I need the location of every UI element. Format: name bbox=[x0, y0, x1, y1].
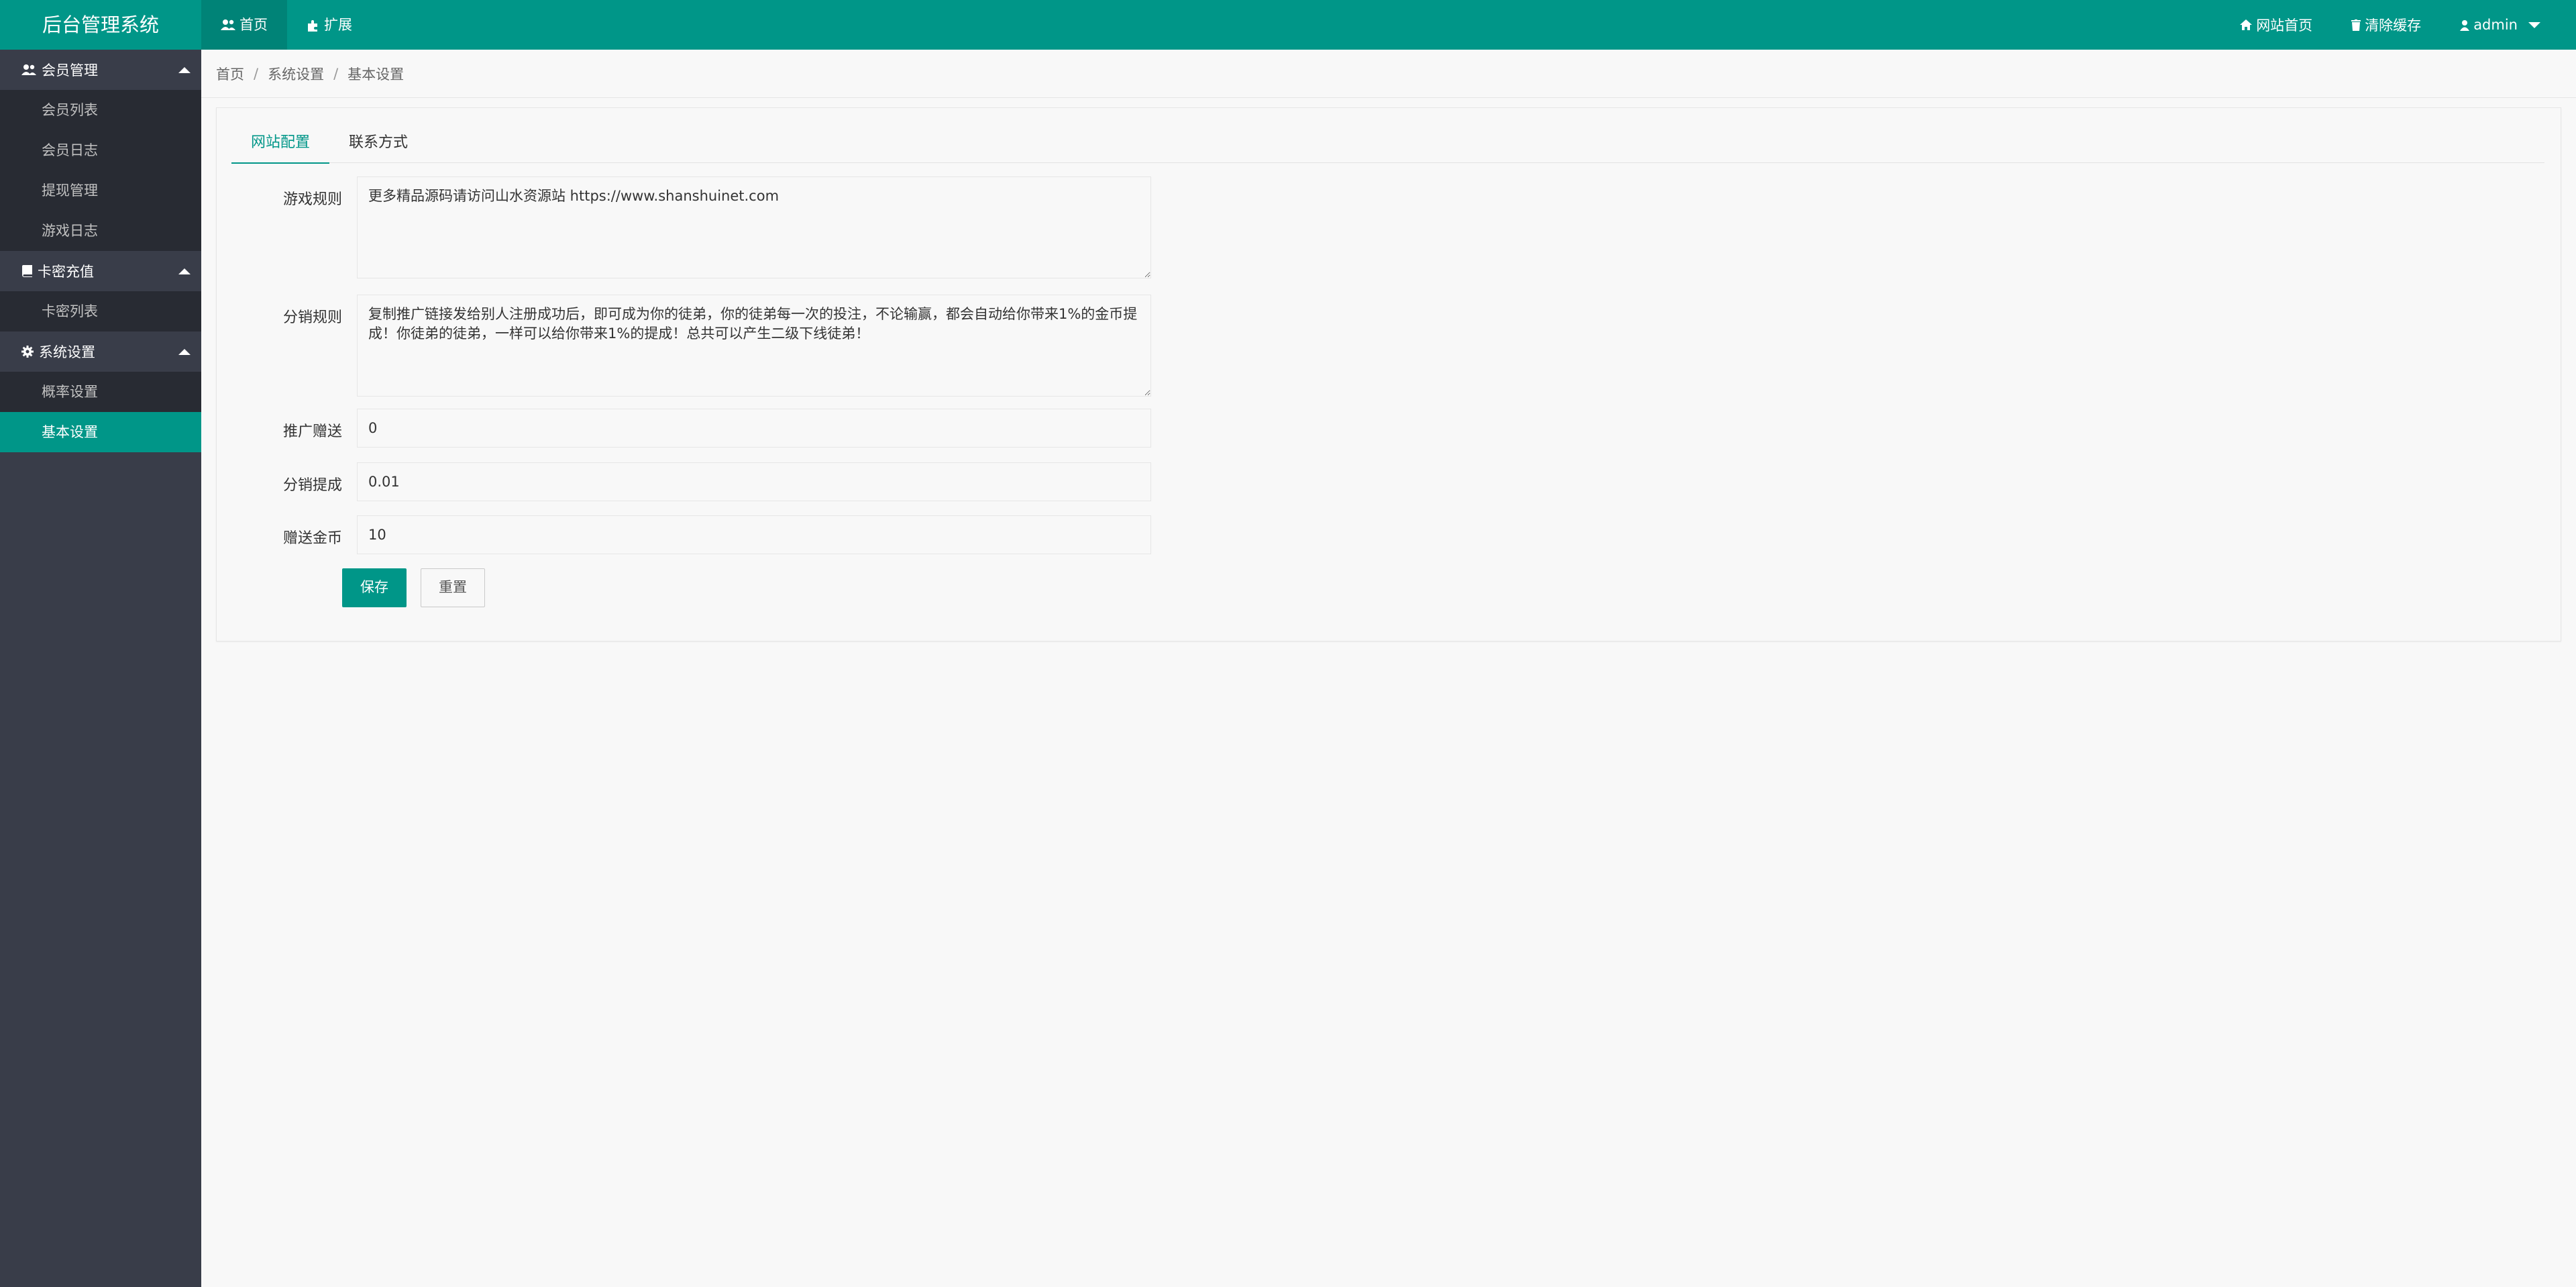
sidebar-group-label: 系统设置 bbox=[39, 344, 95, 360]
sidebar-group-label: 会员管理 bbox=[42, 62, 98, 79]
form-row-promo-gift: 推广赠送 bbox=[231, 409, 1352, 448]
gift-coins-input[interactable] bbox=[357, 515, 1151, 554]
distribution-commission-input[interactable] bbox=[357, 462, 1151, 501]
promo-gift-label: 推广赠送 bbox=[282, 423, 342, 440]
top-nav-extend-label: 扩展 bbox=[324, 17, 352, 33]
book-icon bbox=[21, 265, 32, 277]
top-nav-home-label: 首页 bbox=[239, 17, 268, 33]
tab-contact[interactable]: 联系方式 bbox=[329, 123, 427, 163]
top-nav-home[interactable]: 首页 bbox=[201, 0, 287, 50]
breadcrumb-separator: / bbox=[333, 65, 339, 82]
top-right-nav: 网站首页 清除缓存 admin bbox=[2220, 0, 2560, 50]
sidebar-item-game-log[interactable]: 游戏日志 bbox=[0, 211, 201, 251]
form-row-gift-coins: 赠送金币 bbox=[231, 515, 1352, 554]
clear-cache-label: 清除缓存 bbox=[2365, 17, 2422, 34]
breadcrumb-system-settings[interactable]: 系统设置 bbox=[268, 64, 324, 84]
breadcrumb-separator: / bbox=[254, 65, 259, 82]
distribution-rules-textarea[interactable]: 复制推广链接发给别人注册成功后，即可成为你的徒弟，你的徒弟每一次的投注，不论输赢… bbox=[357, 295, 1151, 397]
chevron-up-icon bbox=[178, 349, 191, 355]
reset-button[interactable]: 重置 bbox=[421, 568, 485, 607]
sidebar-item-member-log[interactable]: 会员日志 bbox=[0, 130, 201, 170]
sidebar-group-system-settings[interactable]: 系统设置 bbox=[0, 331, 201, 372]
sidebar-item-withdrawal[interactable]: 提现管理 bbox=[0, 170, 201, 211]
tab-bar: 网站配置 联系方式 bbox=[231, 123, 2544, 164]
breadcrumb: 首页 / 系统设置 / 基本设置 bbox=[201, 50, 2576, 98]
puzzle-icon bbox=[307, 18, 320, 32]
promo-gift-input[interactable] bbox=[357, 409, 1151, 448]
user-menu[interactable]: admin bbox=[2440, 0, 2560, 50]
chevron-up-icon bbox=[178, 67, 191, 73]
user-menu-label: admin bbox=[2473, 17, 2518, 33]
form-row-distribution-rules: 分销规则 复制推广链接发给别人注册成功后，即可成为你的徒弟，你的徒弟每一次的投注… bbox=[231, 295, 1352, 397]
sidebar: 会员管理 会员列表 会员日志 提现管理 游戏日志 卡密充值 卡密列表 系统设置 … bbox=[0, 50, 201, 1287]
save-button[interactable]: 保存 bbox=[342, 568, 407, 607]
sidebar-group-members[interactable]: 会员管理 bbox=[0, 50, 201, 90]
sidebar-group-system-children: 概率设置 基本设置 bbox=[0, 372, 201, 452]
form-row-distribution-commission: 分销提成 bbox=[231, 462, 1352, 501]
users-icon bbox=[221, 19, 235, 31]
users-icon bbox=[21, 64, 36, 76]
settings-panel: 网站配置 联系方式 游戏规则 更多精品源码请访问山水资源站 https://ww… bbox=[216, 107, 2561, 641]
tab-site-config[interactable]: 网站配置 bbox=[231, 123, 330, 164]
form-row-game-rules: 游戏规则 更多精品源码请访问山水资源站 https://www.shanshui… bbox=[231, 176, 1352, 278]
top-header: 后台管理系统 首页 扩展 网站首页 清除缓存 admin bbox=[0, 0, 2576, 50]
sidebar-item-member-list[interactable]: 会员列表 bbox=[0, 90, 201, 130]
game-rules-textarea[interactable]: 更多精品源码请访问山水资源站 https://www.shanshuinet.c… bbox=[357, 176, 1151, 278]
chevron-down-icon bbox=[2528, 21, 2540, 28]
breadcrumb-home[interactable]: 首页 bbox=[216, 64, 244, 84]
distribution-commission-label: 分销提成 bbox=[282, 477, 342, 494]
breadcrumb-current: 基本设置 bbox=[347, 66, 405, 83]
gear-icon bbox=[21, 346, 34, 358]
sidebar-group-label: 卡密充值 bbox=[38, 264, 94, 280]
sidebar-group-card-recharge[interactable]: 卡密充值 bbox=[0, 251, 201, 291]
chevron-up-icon bbox=[178, 268, 191, 274]
site-home-link[interactable]: 网站首页 bbox=[2220, 0, 2332, 50]
user-icon bbox=[2460, 19, 2470, 31]
sidebar-item-probability[interactable]: 概率设置 bbox=[0, 372, 201, 412]
gift-coins-label: 赠送金币 bbox=[282, 530, 342, 547]
sidebar-group-card-children: 卡密列表 bbox=[0, 291, 201, 331]
sidebar-item-basic-settings[interactable]: 基本设置 bbox=[0, 412, 201, 452]
clear-cache-button[interactable]: 清除缓存 bbox=[2332, 0, 2440, 50]
home-icon bbox=[2240, 19, 2253, 30]
app-logo[interactable]: 后台管理系统 bbox=[0, 0, 201, 50]
sidebar-item-card-list[interactable]: 卡密列表 bbox=[0, 291, 201, 331]
game-rules-label: 游戏规则 bbox=[282, 191, 342, 208]
trash-icon bbox=[2351, 19, 2361, 31]
site-home-label: 网站首页 bbox=[2256, 17, 2313, 34]
distribution-rules-label: 分销规则 bbox=[282, 309, 342, 326]
top-nav-extend[interactable]: 扩展 bbox=[287, 0, 372, 50]
top-nav: 首页 扩展 bbox=[201, 0, 372, 50]
sidebar-group-members-children: 会员列表 会员日志 提现管理 游戏日志 bbox=[0, 90, 201, 251]
